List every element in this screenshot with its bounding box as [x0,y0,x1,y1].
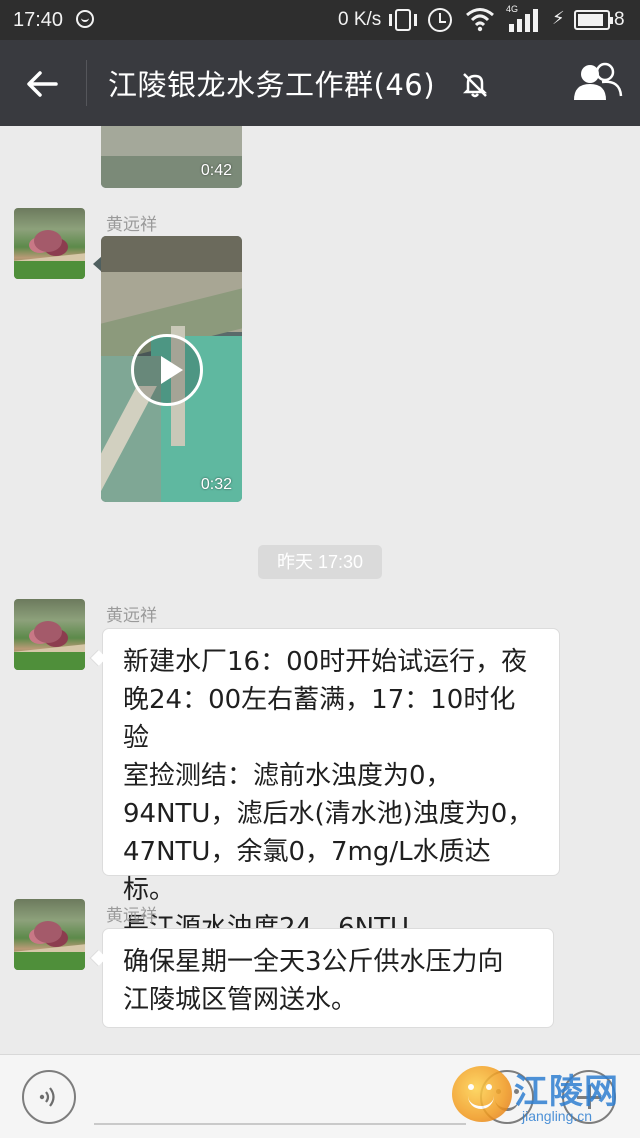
status-time: 17:40 [13,9,64,31]
sender-name: 黄远祥 [106,606,157,626]
message-line: 江陵城区管网送水。 [123,985,358,1015]
header-divider [86,60,87,106]
avatar[interactable] [14,899,85,970]
play-icon[interactable] [131,334,203,406]
avatar[interactable] [14,208,85,279]
charging-icon: ⚡ [552,8,565,29]
signal-icon [509,9,538,32]
wifi-icon [466,8,494,32]
voice-icon [39,1087,55,1107]
battery-level: 8 [614,9,625,30]
message-input[interactable] [94,1123,466,1125]
message-line: 94NTU，滤后水(清水池)浊度为0， [123,799,534,829]
text-message[interactable]: 新建水厂16：00时开始试运行，夜 晚24：00左右蓄满，17：10时化验 室捡… [102,628,560,943]
video-message[interactable]: 0:32 [101,236,242,502]
video-duration: 0:42 [200,162,232,179]
avatar[interactable] [14,599,85,670]
status-bar: 17:40 0 K/s 4G ⚡ 8 [0,0,640,40]
back-arrow-icon[interactable] [22,64,62,104]
chat-title: 江陵银龙水务工作群(46) [108,68,436,102]
battery-icon [574,10,613,30]
site-watermark: 江陵网 jiangling.cn [452,1062,632,1132]
network-speed: 0 K/s [338,9,382,30]
video-duration: 0:32 [200,476,232,493]
watermark-name: 江陵网 [514,1072,619,1112]
sender-name: 黄远祥 [106,215,157,235]
message-line: 确保星期一全天3公斤供水压力向 [123,947,504,977]
text-message[interactable]: 确保星期一全天3公斤供水压力向 江陵城区管网送水。 [102,928,554,1028]
time-divider: 昨天 17:30 [258,545,382,579]
chat-header: 江陵银龙水务工作群(46) [0,40,640,126]
voice-input-button[interactable] [22,1070,76,1124]
watermark-url: jiangling.cn [522,1108,593,1124]
alarm-icon [428,8,452,32]
video-message[interactable]: 0:42 [101,126,242,188]
message-line: 47NTU，余氯0，7mg/L水质达标。 [123,837,491,905]
sender-name: 黄远祥 [106,906,157,926]
vibrate-icon [389,9,417,31]
message-line: 晚24：00左右蓄满，17：10时化验 [123,685,516,753]
group-members-icon[interactable] [572,62,624,102]
message-list[interactable]: 0:42 黄远祥 0:32 昨天 17:30 黄远祥 新建水厂16：00时开始试… [0,126,640,1054]
bell-muted-icon [462,73,488,98]
notification-icon [76,10,94,28]
message-line: 室捡测结：滤前水浊度为0， [123,761,452,791]
message-line: 新建水厂16：00时开始试运行，夜 [123,647,528,677]
smiley-logo-icon [452,1066,512,1122]
